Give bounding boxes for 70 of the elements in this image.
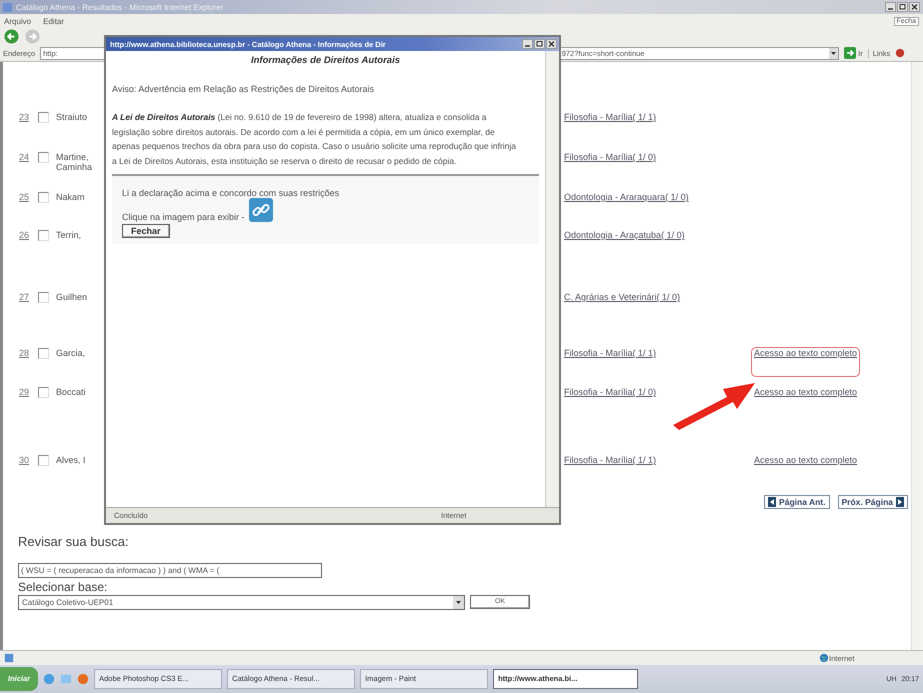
window-title: Catálogo Athena - Resultados - Microsoft Internet Explorer xyxy=(16,2,224,12)
result-number[interactable]: 26 xyxy=(19,230,38,240)
holdings-link[interactable]: Odontologia - Araraquara( 1/ 0) xyxy=(564,192,689,202)
scrollbar[interactable] xyxy=(545,51,559,507)
link-icon[interactable] xyxy=(248,198,273,222)
author-text: Martine, Caminha xyxy=(55,152,92,172)
result-number[interactable]: 23 xyxy=(19,112,38,122)
result-checkbox[interactable] xyxy=(38,387,49,398)
maximize-button[interactable] xyxy=(897,2,908,12)
author-text: Straiuto xyxy=(55,112,88,122)
menu-item[interactable]: Editar xyxy=(43,16,64,26)
full-text-link[interactable]: Acesso ao texto completo xyxy=(754,387,858,397)
holdings-link[interactable]: C. Agrárias e Veterinári( 1/ 0) xyxy=(564,292,680,302)
result-number[interactable]: 29 xyxy=(19,387,38,397)
copyright-paragraph: A Lei de Direitos Autorais (Lei no. 9.610 de 19 de fevereiro de 1998) altera, atualiza e consolida a legislação sobre direitos autorais. De acordo com a lei é permitida a cópia, em um único exemplar, de apenas pequenos trechos da obra para uso do copista. Caso o usuário solicite uma reprodução que infrinja a Lei de Direitos Autorais, esta instituição se reserva o direito de recusar o pedido de cópia. xyxy=(112,111,518,168)
result-checkbox[interactable] xyxy=(38,152,49,163)
result-checkbox[interactable] xyxy=(38,292,49,303)
result-number[interactable]: 25 xyxy=(19,192,38,202)
base-select[interactable]: Catálogo Coletivo-UEP01 xyxy=(18,595,465,610)
holdings-link[interactable]: Filosofia - Marília( 1/ 1) xyxy=(564,112,656,122)
dropdown-icon xyxy=(453,596,464,609)
globe-icon[interactable] xyxy=(77,673,90,685)
popup-heading: Informações de Direitos Autorais xyxy=(250,55,402,66)
close-button[interactable] xyxy=(546,39,557,49)
holdings-link[interactable]: Filosofia - Marília( 1/ 1) xyxy=(564,348,656,358)
result-checkbox[interactable] xyxy=(38,192,49,203)
full-text-link[interactable]: Acesso ao texto completo xyxy=(754,455,858,465)
toolbar-icon[interactable] xyxy=(895,48,906,58)
result-number[interactable]: 24 xyxy=(19,152,38,162)
close-button[interactable] xyxy=(909,2,920,12)
dropdown-icon[interactable] xyxy=(829,48,838,58)
globe-icon xyxy=(819,653,829,663)
search-field[interactable]: ( WSU = ( recuperacao da informacao ) ) and ( WMA = ( xyxy=(18,563,322,578)
holdings-link[interactable]: Filosofia - Marília( 1/ 0) xyxy=(564,387,656,397)
close-button[interactable]: Fechar xyxy=(122,224,170,238)
right-arrow-icon xyxy=(896,497,904,507)
back-icon[interactable] xyxy=(4,29,19,44)
agreement-text: Li a declaração acima e concordo com suas restrições xyxy=(122,188,340,198)
result-checkbox[interactable] xyxy=(38,112,49,123)
browser-icon xyxy=(3,2,12,12)
search-heading: Revisar sua busca: xyxy=(18,534,130,549)
holdings-link[interactable]: Filosofia - Marília( 1/ 1) xyxy=(564,455,656,465)
left-arrow-icon xyxy=(768,497,776,507)
result-checkbox[interactable] xyxy=(38,348,49,359)
author-text: Terrin, xyxy=(55,230,82,240)
previous-page-button[interactable]: Página Ant. xyxy=(764,495,830,509)
page-icon xyxy=(4,653,14,663)
notice-text: Aviso: Advertência em Relação as Restrições de Direitos Autorais xyxy=(112,84,375,94)
result-number[interactable]: 28 xyxy=(19,348,38,358)
click-prompt: Clique na imagem para exibir - xyxy=(122,212,245,222)
result-checkbox[interactable] xyxy=(38,455,49,466)
next-page-button[interactable]: Próx. Página xyxy=(838,495,908,509)
author-text: Garcia, xyxy=(55,348,86,358)
holdings-link[interactable]: Odontologia - Araçatuba( 1/ 0) xyxy=(564,230,685,240)
author-text: Alves, I xyxy=(55,455,86,465)
minimize-button[interactable] xyxy=(522,39,533,49)
result-number[interactable]: 27 xyxy=(19,292,38,302)
menu-item[interactable]: Arquivo xyxy=(4,16,32,26)
holdings-link[interactable]: Filosofia - Marília( 1/ 0) xyxy=(564,152,656,162)
result-checkbox[interactable] xyxy=(38,230,49,241)
result-number[interactable]: 30 xyxy=(19,455,38,465)
minimize-button[interactable] xyxy=(885,2,896,12)
scrollbar[interactable] xyxy=(911,62,923,650)
author-text: Boccati xyxy=(55,387,86,397)
author-text: Nakam xyxy=(55,192,85,202)
author-text: Guilhen xyxy=(55,292,88,302)
maximize-button[interactable] xyxy=(534,39,545,49)
base-label: Selecionar base: xyxy=(18,580,108,594)
full-text-link[interactable]: Acesso ao texto completo xyxy=(751,347,860,377)
browser-icon[interactable] xyxy=(43,673,56,685)
